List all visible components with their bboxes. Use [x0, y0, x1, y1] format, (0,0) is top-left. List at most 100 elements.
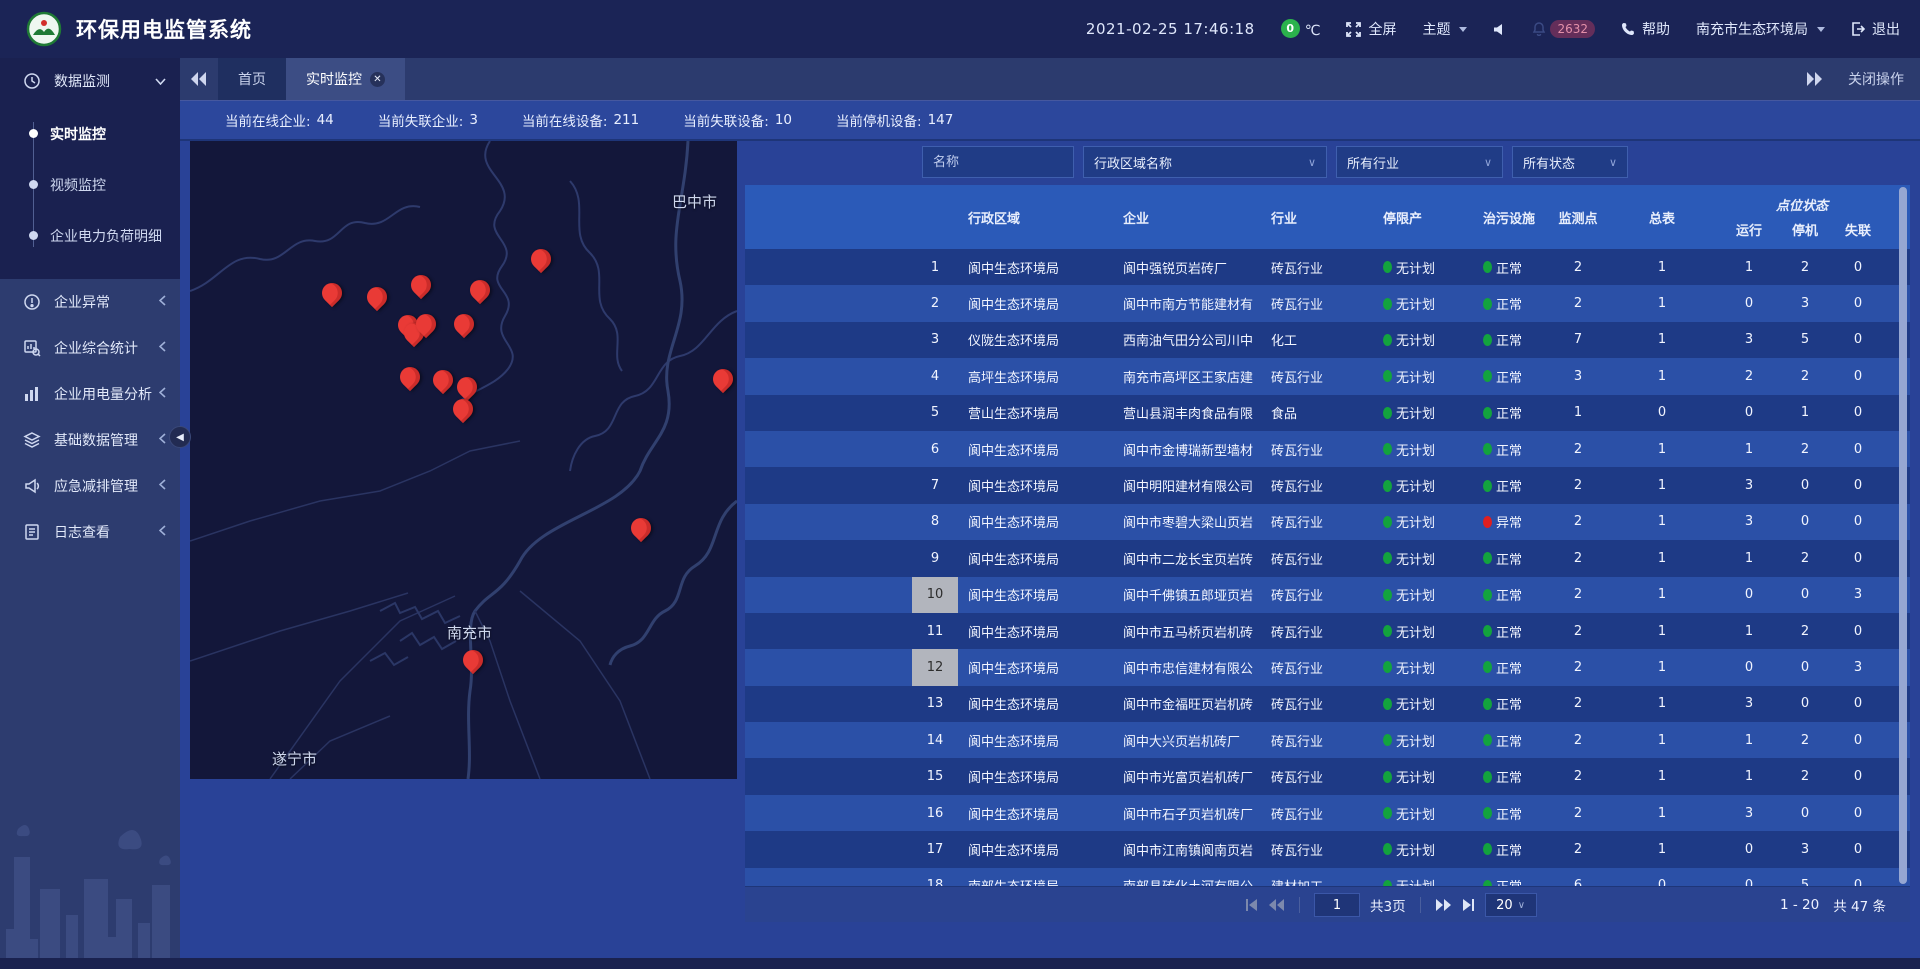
header-offline: 失联 — [1825, 220, 1891, 239]
cell-district: 阆中生态环境局 — [958, 249, 1103, 285]
notification-button[interactable]: 2632 — [1532, 20, 1595, 38]
cell-offline: 0 — [1825, 613, 1891, 649]
close-operations-button[interactable]: 关闭操作 — [1848, 69, 1904, 89]
table-row[interactable]: 18 南部生态环境局 南部县砖化土河有限公 建材加工 无计划 正常 6 0 0 … — [745, 868, 1910, 886]
header-row-number — [912, 185, 958, 249]
table-row[interactable]: 8 阆中生态环境局 阆中市枣碧大梁山页岩 砖瓦行业 无计划 异常 2 1 3 0… — [745, 504, 1910, 540]
status-dot — [1483, 261, 1492, 273]
cell-monitor-points: 2 — [1545, 831, 1611, 867]
cell-running: 1 — [1713, 613, 1785, 649]
sidebar-subitem-1-2[interactable]: 视频监控 — [0, 159, 180, 210]
table-row[interactable]: 10 阆中生态环境局 阆中千佛镇五郎垭页岩 砖瓦行业 无计划 正常 2 1 0 … — [745, 577, 1910, 613]
cell-company: 南部县砖化土河有限公 — [1103, 868, 1271, 886]
row-number: 14 — [912, 722, 958, 758]
logout-button[interactable]: 退出 — [1851, 19, 1900, 39]
tab-home[interactable]: 首页 — [218, 58, 286, 100]
name-filter-input[interactable] — [922, 146, 1074, 178]
row-spacer — [745, 322, 912, 358]
status-dot — [1383, 698, 1392, 710]
last-page-icon — [1461, 899, 1475, 911]
table-row[interactable]: 12 阆中生态环境局 阆中市忠信建材有限公 砖瓦行业 无计划 正常 2 1 0 … — [745, 649, 1910, 685]
page-number-input[interactable] — [1314, 893, 1360, 917]
row-spacer — [745, 358, 912, 394]
cell-stopped: 2 — [1785, 540, 1825, 576]
table-row[interactable]: 9 阆中生态环境局 阆中市二龙长宝页岩砖 砖瓦行业 无计划 正常 2 1 1 2… — [745, 540, 1910, 576]
page-size-select[interactable]: 20 ∨ — [1485, 893, 1537, 917]
sidebar-subitem-1-1[interactable]: 实时监控 — [0, 108, 180, 159]
cell-company: 阆中强锐页岩砖厂 — [1103, 249, 1271, 285]
cell-company: 阆中市光富页岩机砖厂 — [1103, 758, 1271, 794]
sidebar-item-7[interactable]: 日志查看 — [0, 509, 180, 555]
mute-button[interactable] — [1493, 23, 1506, 36]
map-base-layer — [190, 141, 737, 779]
content-area: 巴中市南充市遂宁市 行政区域名称 ∨ 所有行业 ∨ — [180, 141, 1920, 969]
cell-district: 高坪生态环境局 — [958, 358, 1103, 394]
table-row[interactable]: 17 阆中生态环境局 阆中市江南镇阆南页岩 砖瓦行业 无计划 正常 2 1 0 … — [745, 831, 1910, 867]
sidebar-item-4[interactable]: 企业用电量分析 — [0, 371, 180, 417]
sidebar-item-1[interactable]: 数据监测 — [0, 58, 180, 104]
sidebar-item-5[interactable]: 基础数据管理 — [0, 417, 180, 463]
row-spacer — [745, 395, 912, 431]
close-icon[interactable]: ✕ — [370, 72, 385, 87]
header-pollution-device: 治污设施 — [1483, 185, 1545, 249]
next-page-button[interactable] — [1435, 899, 1451, 911]
sidebar-item-3[interactable]: 企业综合统计 — [0, 325, 180, 371]
status-dot — [1383, 734, 1392, 746]
table-row[interactable]: 2 阆中生态环境局 阆中市南方节能建材有 砖瓦行业 无计划 正常 2 1 0 3… — [745, 285, 1910, 321]
table-row[interactable]: 3 仪陇生态环境局 西南油气田分公司川中 化工 无计划 正常 7 1 3 5 0 — [745, 322, 1910, 358]
status-filter-select[interactable]: 所有状态 ∨ — [1512, 146, 1628, 178]
row-spacer — [745, 467, 912, 503]
table-scrollbar[interactable] — [1899, 187, 1907, 884]
table-row[interactable]: 7 阆中生态环境局 阆中明阳建材有限公司 砖瓦行业 无计划 正常 2 1 3 0… — [745, 467, 1910, 503]
user-dropdown[interactable]: 南充市生态环境局 — [1696, 19, 1825, 39]
datetime-label: 2021-02-25 17:46:18 — [1086, 20, 1255, 38]
sidebar-item-2[interactable]: 企业异常 — [0, 279, 180, 325]
tabs-scroll-left-button[interactable] — [180, 58, 218, 100]
last-page-button[interactable] — [1461, 899, 1475, 911]
sidebar-item-6[interactable]: 应急减排管理 — [0, 463, 180, 509]
cell-running: 3 — [1713, 795, 1785, 831]
cell-total-meters: 1 — [1611, 467, 1713, 503]
cell-industry: 砖瓦行业 — [1271, 358, 1383, 394]
industry-filter-select[interactable]: 所有行业 ∨ — [1336, 146, 1503, 178]
theme-dropdown[interactable]: 主题 — [1422, 19, 1467, 39]
cell-district: 阆中生态环境局 — [958, 686, 1103, 722]
table-row[interactable]: 6 阆中生态环境局 阆中市金博瑞新型墙材 砖瓦行业 无计划 正常 2 1 1 2… — [745, 431, 1910, 467]
table-row[interactable]: 1 阆中生态环境局 阆中强锐页岩砖厂 砖瓦行业 无计划 正常 2 1 1 2 0 — [745, 249, 1910, 285]
prev-page-button[interactable] — [1269, 899, 1285, 911]
table-row[interactable]: 4 高坪生态环境局 南充市高坪区王家店建 砖瓦行业 无计划 正常 3 1 2 2… — [745, 358, 1910, 394]
table-row[interactable]: 13 阆中生态环境局 阆中市金福旺页岩机砖 砖瓦行业 无计划 正常 2 1 3 … — [745, 686, 1910, 722]
sidebar-subitem-1-3[interactable]: 企业电力负荷明细 — [0, 210, 180, 261]
bell-icon — [1532, 22, 1546, 36]
region-filter-select[interactable]: 行政区域名称 ∨ — [1083, 146, 1327, 178]
status-dot — [1483, 407, 1492, 419]
cell-total-meters: 0 — [1611, 395, 1713, 431]
cell-industry: 砖瓦行业 — [1271, 795, 1383, 831]
chevron-down-icon: ∨ — [1597, 156, 1617, 169]
table-row[interactable]: 14 阆中生态环境局 阆中大兴页岩机砖厂 砖瓦行业 无计划 正常 2 1 1 2… — [745, 722, 1910, 758]
help-button[interactable]: 帮助 — [1621, 19, 1670, 39]
fullscreen-button[interactable]: 全屏 — [1346, 19, 1396, 39]
double-chevron-right-icon[interactable] — [1806, 72, 1822, 86]
table-row[interactable]: 16 阆中生态环境局 阆中市石子页岩机砖厂 砖瓦行业 无计划 正常 2 1 3 … — [745, 795, 1910, 831]
monitoring-panel: 行政区域名称 ∨ 所有行业 ∨ 所有状态 ∨ — [745, 141, 1910, 969]
cell-offline: 0 — [1825, 467, 1891, 503]
cell-district: 营山生态环境局 — [958, 395, 1103, 431]
status-dot — [1383, 370, 1392, 382]
status-dot — [1483, 298, 1492, 310]
cell-industry: 砖瓦行业 — [1271, 831, 1383, 867]
cell-company: 阆中千佛镇五郎垭页岩 — [1103, 577, 1271, 613]
first-page-button[interactable] — [1245, 899, 1259, 911]
table-row[interactable]: 11 阆中生态环境局 阆中市五马桥页岩机砖 砖瓦行业 无计划 正常 2 1 1 … — [745, 613, 1910, 649]
status-dot — [1483, 771, 1492, 783]
table-row[interactable]: 15 阆中生态环境局 阆中市光富页岩机砖厂 砖瓦行业 无计划 正常 2 1 1 … — [745, 758, 1910, 794]
tab-realtime-monitoring[interactable]: 实时监控 ✕ — [286, 58, 405, 100]
sidebar-collapse-button[interactable]: ◀ — [169, 426, 191, 448]
table-row[interactable]: 5 营山生态环境局 营山县润丰肉食品有限 食品 无计划 正常 1 0 0 1 0 — [745, 395, 1910, 431]
cell-stop-production: 无计划 — [1383, 722, 1483, 758]
temperature-badge: 0 — [1281, 19, 1300, 38]
cell-running: 0 — [1713, 649, 1785, 685]
log-icon — [22, 522, 42, 542]
map-panel[interactable]: 巴中市南充市遂宁市 — [190, 141, 737, 779]
cell-running: 1 — [1713, 540, 1785, 576]
